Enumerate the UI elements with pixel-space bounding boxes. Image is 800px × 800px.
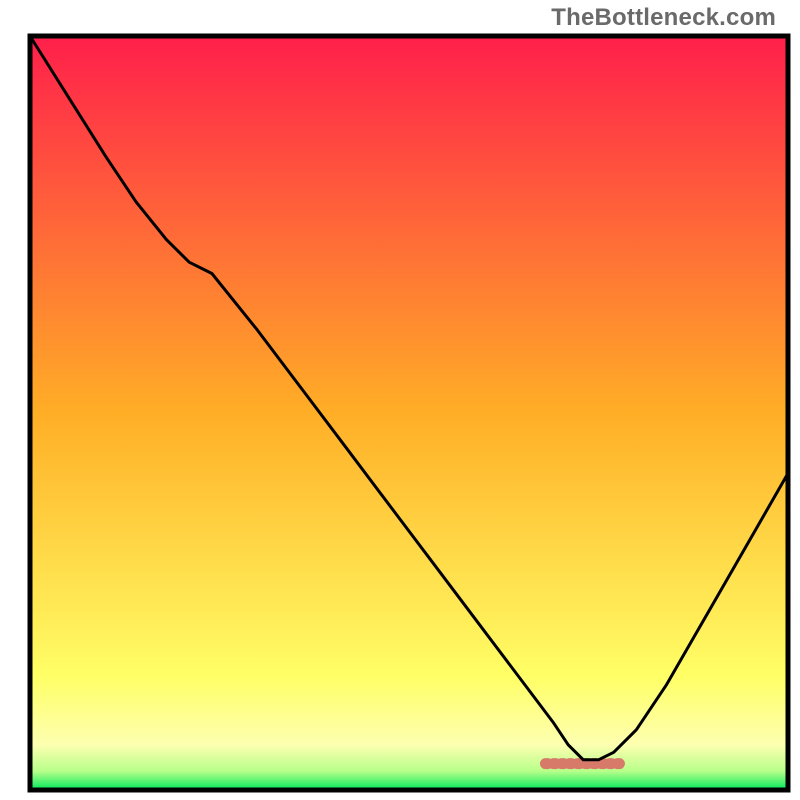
chart-container: TheBottleneck.com [0, 0, 800, 800]
plot-area [30, 36, 788, 790]
bottleneck-chart [0, 0, 800, 800]
gradient-background [30, 36, 788, 790]
watermark-text: TheBottleneck.com [551, 4, 776, 32]
